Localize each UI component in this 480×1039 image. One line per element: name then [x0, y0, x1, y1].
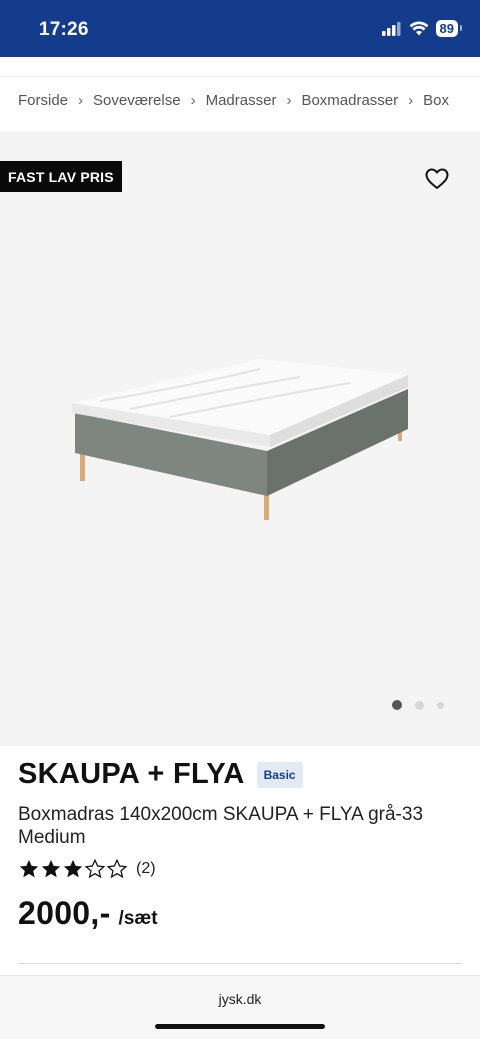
- price-badge: FAST LAV PRIS: [0, 161, 122, 192]
- product-image: [72, 359, 408, 520]
- product-image-gallery[interactable]: FAST LAV PRIS: [0, 131, 480, 746]
- star-icon: [41, 859, 61, 878]
- home-indicator: [155, 1024, 325, 1029]
- browser-bottom-bar: jysk.dk: [0, 975, 480, 1039]
- assortment-tag: Basic: [256, 761, 303, 788]
- pagination-dot[interactable]: [437, 701, 444, 709]
- gallery-pagination: [392, 700, 444, 710]
- divider: [18, 963, 462, 964]
- rating[interactable]: (2): [18, 858, 156, 880]
- star-outline-icon: [106, 858, 128, 879]
- breadcrumb-item-boxmadrasser[interactable]: Boxmadrasser: [301, 92, 398, 109]
- pagination-dot[interactable]: [392, 700, 402, 710]
- wifi-icon: [409, 21, 429, 36]
- price-row: 2000,- /sæt: [18, 895, 158, 932]
- star-icon: [63, 859, 83, 878]
- heart-icon[interactable]: [425, 168, 449, 190]
- battery-icon: 89: [435, 20, 463, 37]
- breadcrumb-item-forside[interactable]: Forside: [18, 92, 68, 109]
- header-remnant: [0, 57, 480, 77]
- product-title: SKAUPA + FLYA: [18, 758, 245, 790]
- chevron-right-icon: ›: [408, 92, 414, 109]
- signal-icon: [381, 21, 401, 36]
- breadcrumb-item-box[interactable]: Box: [423, 92, 449, 109]
- product-subtitle: Boxmadras 140x200cm SKAUPA + FLYA grå-33…: [18, 804, 424, 848]
- address-bar[interactable]: jysk.dk: [0, 991, 480, 1007]
- star-outline-icon: [84, 858, 106, 879]
- review-count[interactable]: (2): [136, 860, 156, 878]
- status-icons: 89: [381, 20, 463, 37]
- price-unit: /sæt: [118, 908, 158, 929]
- status-time: 17:26: [39, 19, 89, 40]
- chevron-right-icon: ›: [190, 92, 196, 109]
- star-icon: [19, 859, 39, 878]
- pagination-dot[interactable]: [415, 700, 424, 710]
- status-bar: 17:26 89: [0, 0, 480, 57]
- breadcrumb: Forside › Soveværelse › Madrasser › Boxm…: [18, 92, 480, 109]
- chevron-right-icon: ›: [78, 92, 84, 109]
- chevron-right-icon: ›: [286, 92, 292, 109]
- product-title-row: SKAUPA + FLYA Basic: [18, 758, 303, 791]
- breadcrumb-item-madrasser[interactable]: Madrasser: [206, 92, 277, 109]
- price: 2000,-: [18, 895, 111, 931]
- breadcrumb-item-sovevaerelse[interactable]: Soveværelse: [93, 92, 181, 109]
